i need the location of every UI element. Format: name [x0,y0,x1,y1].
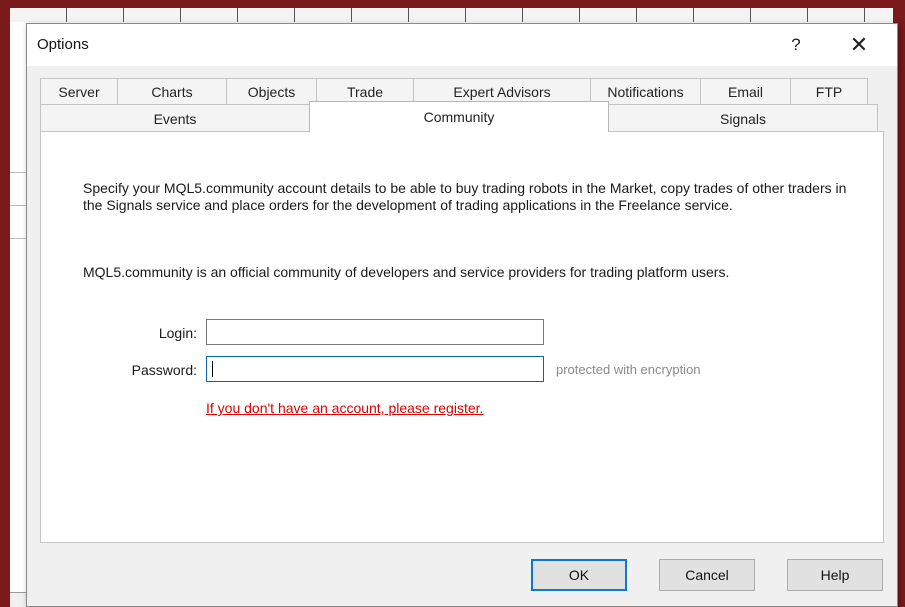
tab-community[interactable]: Community [309,101,609,132]
password-input[interactable] [206,356,544,382]
text-caret [212,361,213,377]
tab-ftp[interactable]: FTP [790,78,868,104]
tab-server[interactable]: Server [40,78,118,104]
options-dialog: Options ? ✕ Server Charts Objects Trade Expe… [26,23,898,607]
tab-events[interactable]: Events [40,104,310,132]
help-icon[interactable]: ? [779,32,813,58]
dialog-title: Options [37,36,89,53]
login-input[interactable] [206,319,544,345]
password-label: Password: [131,362,197,378]
community-about-text: MQL5.community is an official community … [83,264,730,280]
register-link[interactable]: If you don't have an account, please reg… [206,400,483,416]
chart-time-ruler [10,8,893,22]
close-icon[interactable]: ✕ [842,32,876,58]
chart-frame-top [0,0,905,8]
tab-charts[interactable]: Charts [117,78,227,104]
chart-frame-left [0,0,10,607]
password-encryption-hint: protected with encryption [556,362,701,377]
community-tab-page: Specify your MQL5.community account deta… [40,131,884,543]
help-button[interactable]: Help [787,559,883,591]
cancel-button[interactable]: Cancel [659,559,755,591]
chart-gridline [10,172,26,173]
login-label: Login: [158,325,197,341]
tab-email[interactable]: Email [700,78,791,104]
chart-gridline [10,205,26,206]
chart-gridline [10,238,26,239]
tab-objects[interactable]: Objects [226,78,317,104]
tab-row-bottom: Events Community Signals [40,101,884,132]
community-description: Specify your MQL5.community account deta… [83,180,847,213]
dialog-titlebar: Options ? ✕ [27,24,897,66]
ok-button[interactable]: OK [531,559,627,591]
tab-signals[interactable]: Signals [608,104,878,132]
